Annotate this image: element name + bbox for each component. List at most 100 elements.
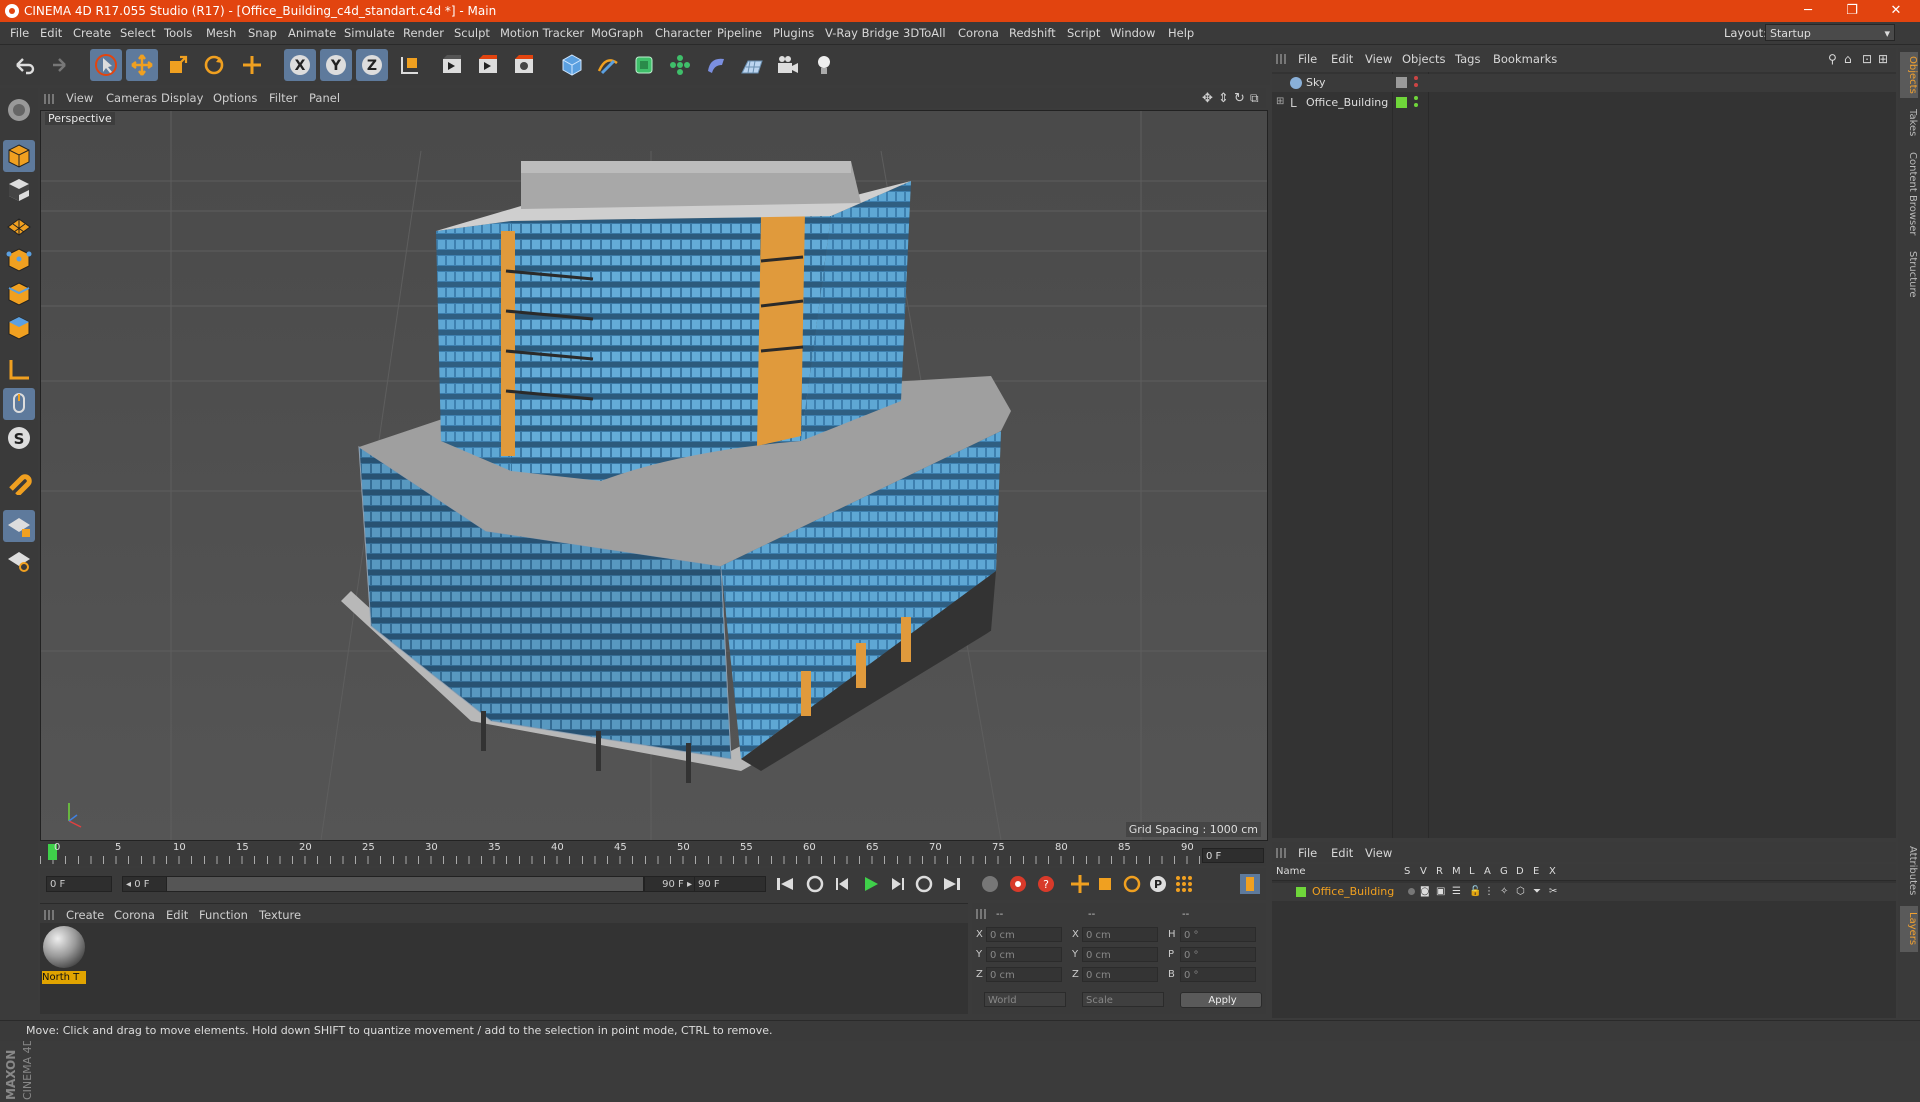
axis-mode-button[interactable] [3,354,35,386]
cloner-button[interactable] [664,49,696,81]
search-icon[interactable]: ⚲ [1828,52,1837,66]
viewport-maximize-icon[interactable]: ⧉ [1250,91,1259,106]
solo-toggle-icon[interactable] [1408,888,1415,895]
size-y-field[interactable]: 0 cm [1082,947,1158,962]
parameter-key-icon[interactable]: P [1146,873,1170,895]
menu-animate[interactable]: Animate [288,26,336,40]
make-editable-button[interactable] [3,94,35,126]
live-selection-tool[interactable] [90,49,122,81]
tab-objects[interactable]: Objects [1900,52,1918,98]
recent-tool[interactable] [236,49,268,81]
workplane-mode-button[interactable] [3,208,35,240]
xref-toggle-icon[interactable]: ✂ [1549,886,1557,897]
scale-select[interactable]: Scale [1082,992,1164,1007]
pos-y-field[interactable]: 0 cm [986,947,1062,962]
object-row-sky[interactable]: Sky [1272,74,1896,92]
texture-mode-button[interactable] [3,174,35,206]
menu-create[interactable]: Create [73,26,111,40]
layout-select[interactable]: Startup [1765,24,1895,42]
render-picture-viewer-button[interactable] [472,49,504,81]
locked-workplane-button[interactable] [3,510,35,542]
menu-mograph[interactable]: MoGraph [591,26,643,40]
perspective-viewport[interactable]: Perspective Grid Spacing : 1000 cm [40,110,1268,841]
menu-select[interactable]: Select [120,26,155,40]
move-tool[interactable] [126,49,158,81]
material-item[interactable]: North T [40,923,88,987]
viewport-rotate-icon[interactable]: ↻ [1234,91,1245,106]
menu-edit[interactable]: Edit [40,26,62,40]
go-to-start-icon[interactable] [773,873,797,895]
deformer-toggle-icon[interactable]: ⬡ [1516,886,1525,897]
rotation-key-icon[interactable] [1120,873,1144,895]
menu-mesh[interactable]: Mesh [206,26,236,40]
previous-frame-icon[interactable] [831,873,855,895]
object-name[interactable]: Sky [1306,76,1325,89]
menu-corona[interactable]: Corona [958,26,999,40]
y-axis-lock-button[interactable]: Y [320,49,352,81]
points-mode-button[interactable] [3,244,35,276]
render-settings-button[interactable] [508,49,540,81]
om-menu-objects[interactable]: Objects [1402,52,1445,66]
viewport-menu-display[interactable]: Display [161,91,203,105]
expand-icon[interactable]: ⊞ [1276,96,1284,107]
rot-p-field[interactable]: 0 ° [1180,947,1256,962]
close-button[interactable]: ✕ [1874,1,1918,21]
visibility-dot-icon[interactable] [1414,96,1418,100]
autokeying-icon[interactable] [1006,873,1030,895]
object-tag-icon[interactable] [1396,77,1407,88]
snapping-button[interactable]: S [3,422,35,454]
end-frame-field[interactable]: 90 F [694,876,766,892]
spline-pen-button[interactable] [592,49,624,81]
menu-script[interactable]: Script [1067,26,1100,40]
expression-toggle-icon[interactable]: ⏷ [1533,886,1541,897]
om-menu-tags[interactable]: Tags [1455,52,1480,66]
generator-toggle-icon[interactable]: ✧ [1500,886,1508,897]
tab-attributes[interactable]: Attributes [1900,842,1918,900]
layer-tag-icon[interactable] [1396,97,1407,108]
play-forward-icon[interactable] [858,873,882,895]
column-expressions[interactable]: E [1533,866,1539,877]
tweak-mode-button[interactable] [3,388,35,420]
viewport-zoom-icon[interactable]: ⇕ [1218,91,1229,106]
size-x-field[interactable]: 0 cm [1082,927,1158,942]
planar-workplane-button[interactable] [3,544,35,576]
tab-layers[interactable]: Layers [1900,906,1918,952]
menu-render[interactable]: Render [403,26,444,40]
coordinate-system-button[interactable] [394,49,426,81]
next-frame-icon[interactable] [885,873,909,895]
redo-button[interactable] [42,49,74,81]
deformer-button[interactable] [700,49,732,81]
column-render[interactable]: R [1436,866,1443,877]
size-z-field[interactable]: 0 cm [1082,967,1158,982]
timeline-ruler[interactable]: 0 5 10 15 20 25 30 35 40 45 50 55 60 65 … [40,842,1266,866]
menu-vray-bridge[interactable]: V-Ray Bridge [825,26,899,40]
menu-motion-tracker[interactable]: Motion Tracker [500,26,584,40]
viewport-menu-panel[interactable]: Panel [309,91,340,105]
column-view[interactable]: V [1420,866,1427,877]
rotate-tool[interactable] [198,49,230,81]
scale-key-icon[interactable] [1094,873,1118,895]
menu-tools[interactable]: Tools [164,26,192,40]
viewport-move-icon[interactable]: ✥ [1202,91,1213,106]
menu-help[interactable]: Help [1168,26,1194,40]
z-axis-lock-button[interactable]: Z [356,49,388,81]
render-toggle-icon[interactable]: ▣ [1436,886,1445,897]
rot-b-field[interactable]: 0 ° [1180,967,1256,982]
menu-simulate[interactable]: Simulate [344,26,395,40]
light-object-button[interactable] [808,49,840,81]
go-to-previous-key-icon[interactable] [803,873,827,895]
pos-x-field[interactable]: 0 cm [986,927,1062,942]
column-animation[interactable]: A [1484,866,1491,877]
menu-snap[interactable]: Snap [248,26,277,40]
column-solo[interactable]: S [1404,866,1410,877]
viewport-menu-options[interactable]: Options [213,91,257,105]
range-start-field[interactable]: ◂ 0 F [122,876,166,892]
pos-z-field[interactable]: 0 cm [986,967,1062,982]
om-menu-view[interactable]: View [1365,52,1392,66]
x-axis-lock-button[interactable]: X [284,49,316,81]
menu-pipeline[interactable]: Pipeline [717,26,762,40]
om-menu-file[interactable]: File [1298,52,1317,66]
point-level-key-icon[interactable] [1172,873,1196,895]
om-menu-bookmarks[interactable]: Bookmarks [1493,52,1557,66]
range-end-field[interactable]: 90 F ▸ [644,876,696,892]
